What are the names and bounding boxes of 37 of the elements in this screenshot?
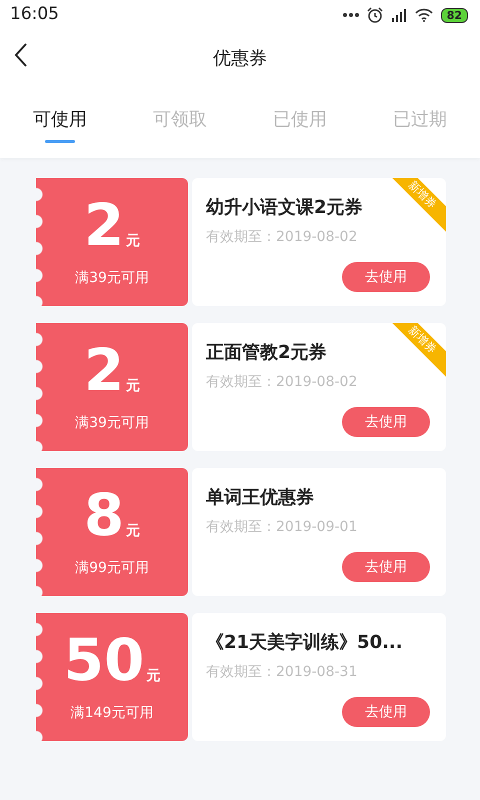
currency-unit: 元 <box>126 234 140 248</box>
coupon-name: 正面管教2元券 <box>206 341 327 365</box>
coupon-amount: 50 <box>64 630 144 688</box>
use-button[interactable]: 去使用 <box>342 697 430 727</box>
back-button[interactable] <box>14 42 28 68</box>
coupon-condition: 满149元可用 <box>70 704 154 722</box>
use-button[interactable]: 去使用 <box>342 552 430 582</box>
use-button[interactable]: 去使用 <box>342 262 430 292</box>
tab[interactable]: 可使用 <box>33 100 87 144</box>
battery-indicator: 82 <box>440 8 468 22</box>
signal-icon <box>390 8 407 22</box>
expiry-date: 有效期至：2019-08-02 <box>206 373 358 392</box>
status-time: 16:05 <box>10 3 59 26</box>
currency-unit: 元 <box>126 524 140 538</box>
coupon-condition: 满39元可用 <box>75 414 149 432</box>
coupon-amount: 8 <box>84 486 124 544</box>
coupon-amount: 2 <box>84 196 124 254</box>
use-button[interactable]: 去使用 <box>342 407 430 437</box>
coupon-condition: 满39元可用 <box>75 268 149 288</box>
currency-unit: 元 <box>126 378 140 392</box>
coupon-name: 幼升小语文课2元券 <box>206 196 363 220</box>
wifi-icon <box>414 8 433 22</box>
coupon-condition: 满99元可用 <box>75 558 149 578</box>
expiry-date: 有效期至：2019-09-01 <box>206 518 358 537</box>
coupon-amount: 2 <box>84 340 124 398</box>
alarm-icon <box>366 7 383 23</box>
expiry-date: 有效期至：2019-08-02 <box>206 228 358 247</box>
coupon-name: 《21天美字训练》50... <box>206 631 403 655</box>
back-icon <box>14 42 28 68</box>
page-title: 优惠券 <box>213 46 267 70</box>
tab[interactable]: 可领取 <box>153 100 207 144</box>
expiry-date: 有效期至：2019-08-31 <box>206 663 358 682</box>
coupon-name: 单词王优惠券 <box>206 486 314 510</box>
currency-unit: 元 <box>146 668 160 682</box>
tab[interactable]: 已使用 <box>273 100 327 144</box>
tab[interactable]: 已过期 <box>393 100 447 144</box>
more-icon <box>342 13 359 17</box>
